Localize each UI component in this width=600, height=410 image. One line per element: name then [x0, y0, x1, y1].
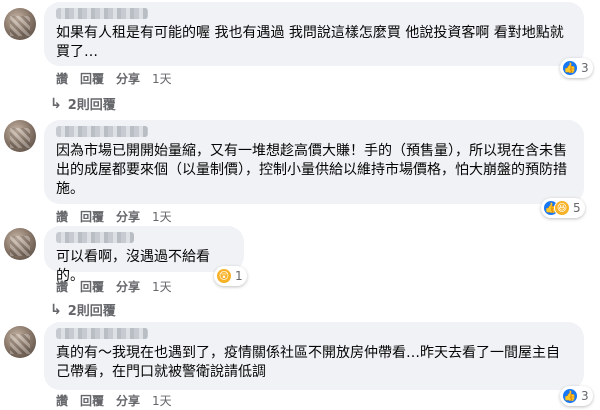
commenter-name[interactable]	[56, 8, 148, 19]
replies-count: 2則回覆	[67, 98, 116, 113]
comment-text: 真的有～我現在也遇到了，疫情關係社區不開放房仲帶看…昨天去看了一間屋主自己帶看，…	[56, 345, 560, 380]
reaction-count: 3	[581, 61, 589, 75]
avatar[interactable]	[4, 326, 36, 358]
commenter-name[interactable]	[56, 328, 148, 339]
avatar[interactable]	[4, 228, 36, 260]
reply-button[interactable]: 回覆	[80, 278, 104, 295]
reply-button[interactable]: 回覆	[80, 392, 104, 409]
like-button[interactable]: 讚	[56, 392, 68, 409]
like-icon: 👍	[562, 388, 578, 404]
reply-button[interactable]: 回覆	[80, 70, 104, 87]
like-button[interactable]: 讚	[56, 70, 68, 87]
share-button[interactable]: 分享	[116, 70, 140, 87]
like-icon: 👍	[562, 60, 578, 76]
reaction-summary[interactable]: 😲 1	[214, 266, 247, 286]
share-button[interactable]: 分享	[116, 208, 140, 225]
like-button[interactable]: 讚	[56, 278, 68, 295]
share-button[interactable]: 分享	[116, 278, 140, 295]
like-button[interactable]: 讚	[56, 208, 68, 225]
reaction-count: 3	[581, 389, 589, 403]
reaction-count: 5	[573, 201, 581, 215]
avatar[interactable]	[4, 120, 36, 152]
timestamp[interactable]: 1天	[152, 208, 172, 225]
comment-actions: 讚 回覆 分享 1天	[56, 208, 184, 225]
reaction-summary[interactable]: 👍 3	[560, 58, 593, 78]
timestamp[interactable]: 1天	[152, 392, 172, 409]
share-button[interactable]: 分享	[116, 392, 140, 409]
comment-bubble: 可以看啊，沒遇過不給看的。	[44, 226, 244, 284]
comment-bubble: 真的有～我現在也遇到了，疫情關係社區不開放房仲帶看…昨天去看了一間屋主自己帶看，…	[44, 322, 584, 390]
comment-text: 如果有人租是有可能的喔 我也有遇過 我問說這樣怎麼買 他說投資客啊 看對地點就買…	[56, 25, 564, 60]
replies-count: 2則回覆	[67, 304, 116, 319]
haha-icon: 😆	[554, 200, 570, 216]
comment-text: 因為市場已開開始量縮，又有一堆想趁高價大賺！手的（預售量），所以現在含未售出的成…	[56, 143, 567, 197]
view-replies-button[interactable]: ↳ 2則回覆	[50, 300, 116, 320]
comment-actions: 讚 回覆 分享 1天	[56, 70, 184, 87]
comment-bubble: 如果有人租是有可能的喔 我也有遇過 我問說這樣怎麼買 他說投資客啊 看對地點就買…	[44, 2, 584, 66]
comment-actions: 讚 回覆 分享 1天	[56, 278, 184, 295]
reaction-summary[interactable]: 👍 😆 5	[541, 198, 585, 218]
comment-actions: 讚 回覆 分享 1天	[56, 392, 184, 409]
view-replies-button[interactable]: ↳ 2則回覆	[50, 94, 116, 114]
wow-icon: 😲	[216, 268, 232, 284]
reaction-count: 1	[235, 269, 243, 283]
reaction-summary[interactable]: 👍 3	[560, 386, 593, 406]
reply-arrow-icon: ↳	[50, 301, 62, 318]
comment-bubble: 因為市場已開開始量縮，又有一堆想趁高價大賺！手的（預售量），所以現在含未售出的成…	[44, 120, 584, 204]
commenter-name[interactable]	[56, 126, 148, 137]
commenter-name[interactable]	[56, 232, 134, 243]
timestamp[interactable]: 1天	[152, 278, 172, 295]
timestamp[interactable]: 1天	[152, 70, 172, 87]
avatar[interactable]	[4, 8, 36, 40]
reply-arrow-icon: ↳	[50, 95, 62, 112]
reply-button[interactable]: 回覆	[80, 208, 104, 225]
